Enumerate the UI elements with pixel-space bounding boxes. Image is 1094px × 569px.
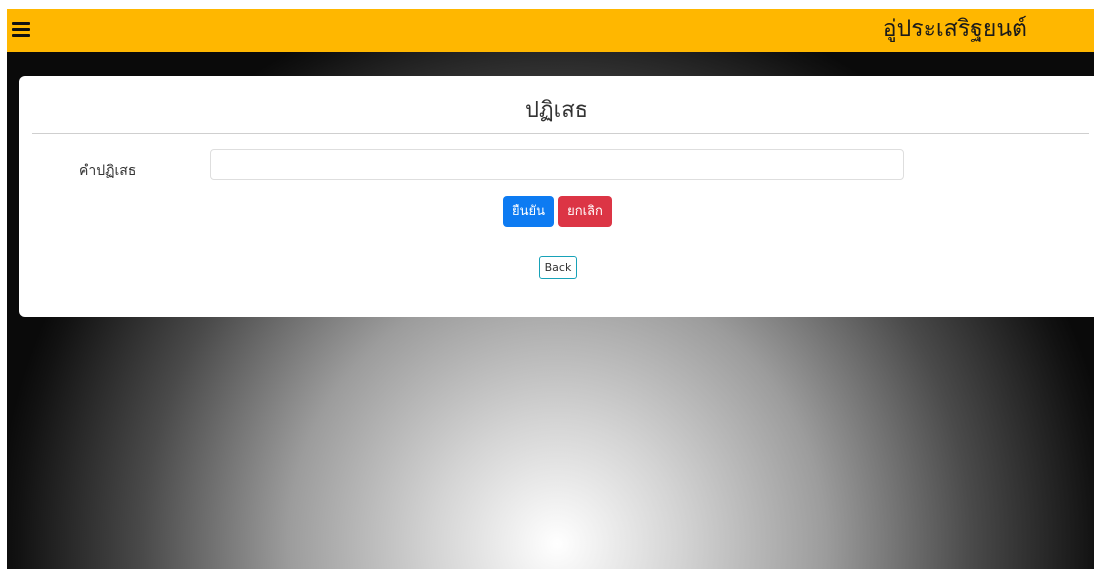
back-button[interactable]: Back	[539, 256, 577, 279]
reject-reason-input[interactable]	[210, 149, 904, 180]
top-navbar: อู่ประเสริฐยนต์	[7, 9, 1094, 52]
brand-name: อู่ประเสริฐยนต์	[882, 16, 1027, 42]
page-title: ปฏิเสธ	[524, 98, 589, 123]
title-divider	[32, 133, 1089, 134]
confirm-button[interactable]: ยืนยัน	[503, 196, 554, 227]
hamburger-menu-icon[interactable]	[12, 22, 30, 38]
reject-form-card: ปฏิเสธ คำปฏิเสธ ยืนยัน ยกเลิก Back	[19, 76, 1094, 317]
cancel-button[interactable]: ยกเลิก	[558, 196, 612, 227]
app-frame: อู่ประเสริฐยนต์ ปฏิเสธ คำปฏิเสธ ยืนยัน ย…	[7, 9, 1094, 569]
reject-reason-label: คำปฏิเสธ	[79, 163, 137, 179]
